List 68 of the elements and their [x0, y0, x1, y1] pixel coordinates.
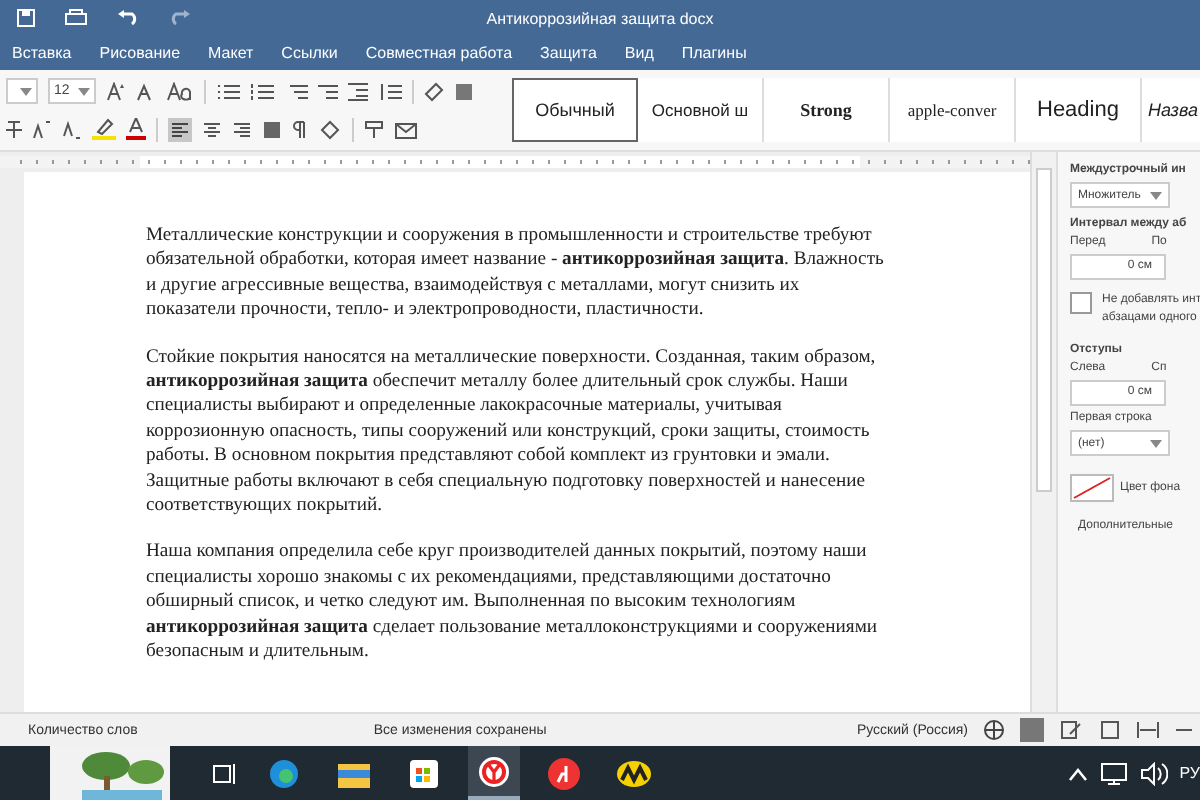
font-dropdown[interactable] — [6, 78, 38, 104]
eraser-icon[interactable] — [424, 81, 444, 101]
line-spacing-icon[interactable] — [378, 81, 402, 101]
highlight-icon[interactable] — [92, 118, 116, 140]
decrease-font-icon[interactable] — [136, 81, 156, 101]
subscript-icon[interactable] — [62, 119, 82, 139]
menu-tab[interactable]: Защита — [528, 40, 609, 66]
paragraph: Металлические конструкции и сооружения в промышленности и строительстве требуют обязательной обработки, которая имеет название - антикоррозийная защита. Влажность и другие агрессивные вещества, взаимодействуя с металлами, могут снизить их показатели прочности, тепло- и электропроводности, пластичности. — [146, 224, 886, 324]
task-view-icon[interactable] — [210, 761, 238, 785]
caret-icon — [20, 87, 32, 95]
folder-icon — [338, 759, 370, 787]
shading-icon[interactable] — [318, 119, 342, 139]
music-icon — [616, 759, 652, 787]
decrease-indent-icon[interactable] — [318, 81, 338, 101]
align-right-icon[interactable] — [232, 119, 252, 139]
fit-page-icon[interactable] — [1100, 720, 1120, 740]
print-icon[interactable] — [64, 8, 88, 28]
menu-tab[interactable]: Макет — [196, 40, 266, 66]
network-icon[interactable] — [1099, 761, 1128, 785]
globe-icon[interactable] — [984, 720, 1004, 740]
input-language[interactable]: РУ — [1179, 764, 1200, 782]
no-color-swatch-icon[interactable] — [1070, 474, 1114, 502]
scrollbar[interactable] — [1030, 152, 1056, 712]
style-preset[interactable]: apple-conver — [890, 78, 1016, 142]
font-color-icon[interactable] — [126, 118, 146, 140]
speaker-icon[interactable] — [1139, 761, 1168, 785]
paint-format-icon[interactable] — [364, 119, 384, 139]
style-preset[interactable]: Назва — [1142, 78, 1200, 142]
paragraph: Наша компания определила себе круг производителей данных покрытий, поэтому наши специалисты хорошо знакомы с их рекомендациями, представляющими достаточно обширный список, и четко следуют им. Выполненная по высоким технологиям антикоррозийная защита сделает пользование металлоконструкциями и сооружениями безопасным и длительным. — [146, 540, 880, 665]
caret-icon — [1150, 439, 1162, 447]
strikethrough-icon[interactable] — [6, 119, 22, 139]
menu-tab[interactable]: Плагины — [669, 40, 759, 66]
menu-tab[interactable]: Вставка — [0, 40, 84, 66]
window-title: Антикоррозийная защита docx — [486, 9, 714, 27]
track-changes-icon[interactable] — [1060, 720, 1084, 740]
checkbox[interactable] — [1070, 292, 1092, 314]
align-left-icon[interactable] — [168, 117, 192, 141]
caret-icon — [1150, 191, 1162, 199]
letter-icon — [548, 757, 580, 789]
redo-icon[interactable] — [168, 8, 192, 28]
fit-width-icon[interactable] — [1136, 720, 1160, 740]
menu-tab[interactable]: Вид — [612, 40, 666, 66]
change-case-icon[interactable] — [166, 81, 194, 101]
numbered-list-icon[interactable] — [250, 81, 274, 101]
undo-icon[interactable] — [116, 8, 140, 28]
taskbar-app[interactable] — [468, 746, 520, 800]
store-icon — [410, 759, 438, 787]
style-preset[interactable]: Обычный — [512, 78, 638, 142]
chevron-up-icon[interactable] — [1067, 765, 1088, 781]
bullet-list-icon[interactable] — [216, 81, 240, 101]
paragraph: Стойкие покрытия наносятся на металлические поверхности. Созданная, таким образом, антикоррозийная защита обеспечит металлу более длительный срок службы. Наши специалисты выбирают и определенные лакокрасочные материалы, учитывая коррозионную опасность, типы сооружений или конструкций, сроки защиты, стоимость работы. В основном покрытия представляют собой комплект из грунтовки и эмали. Защитные работы включают в себя специальную подготовку поверхностей и нанесение соответствующих покрытий. — [146, 345, 878, 519]
superscript-icon[interactable] — [32, 119, 52, 139]
save-icon[interactable] — [16, 8, 36, 28]
browser-icon — [268, 757, 300, 789]
increase-indent-icon[interactable] — [348, 81, 368, 101]
browser-icon — [478, 755, 510, 787]
style-preset[interactable]: Strong — [764, 78, 890, 142]
menu-tab[interactable]: Ссылки — [269, 40, 350, 66]
pilcrow-icon[interactable] — [292, 119, 308, 139]
caret-icon — [78, 87, 90, 95]
multilevel-list-icon[interactable] — [284, 81, 308, 101]
style-preset[interactable]: Heading — [1016, 78, 1142, 142]
style-preset[interactable]: Основной ш — [638, 78, 764, 142]
align-center-icon[interactable] — [202, 119, 222, 139]
increase-font-icon[interactable] — [106, 81, 126, 101]
menu-tab[interactable]: Рисование — [87, 40, 193, 66]
menu-tab[interactable]: Совместная работа — [353, 40, 525, 66]
mail-merge-icon[interactable] — [394, 119, 418, 139]
